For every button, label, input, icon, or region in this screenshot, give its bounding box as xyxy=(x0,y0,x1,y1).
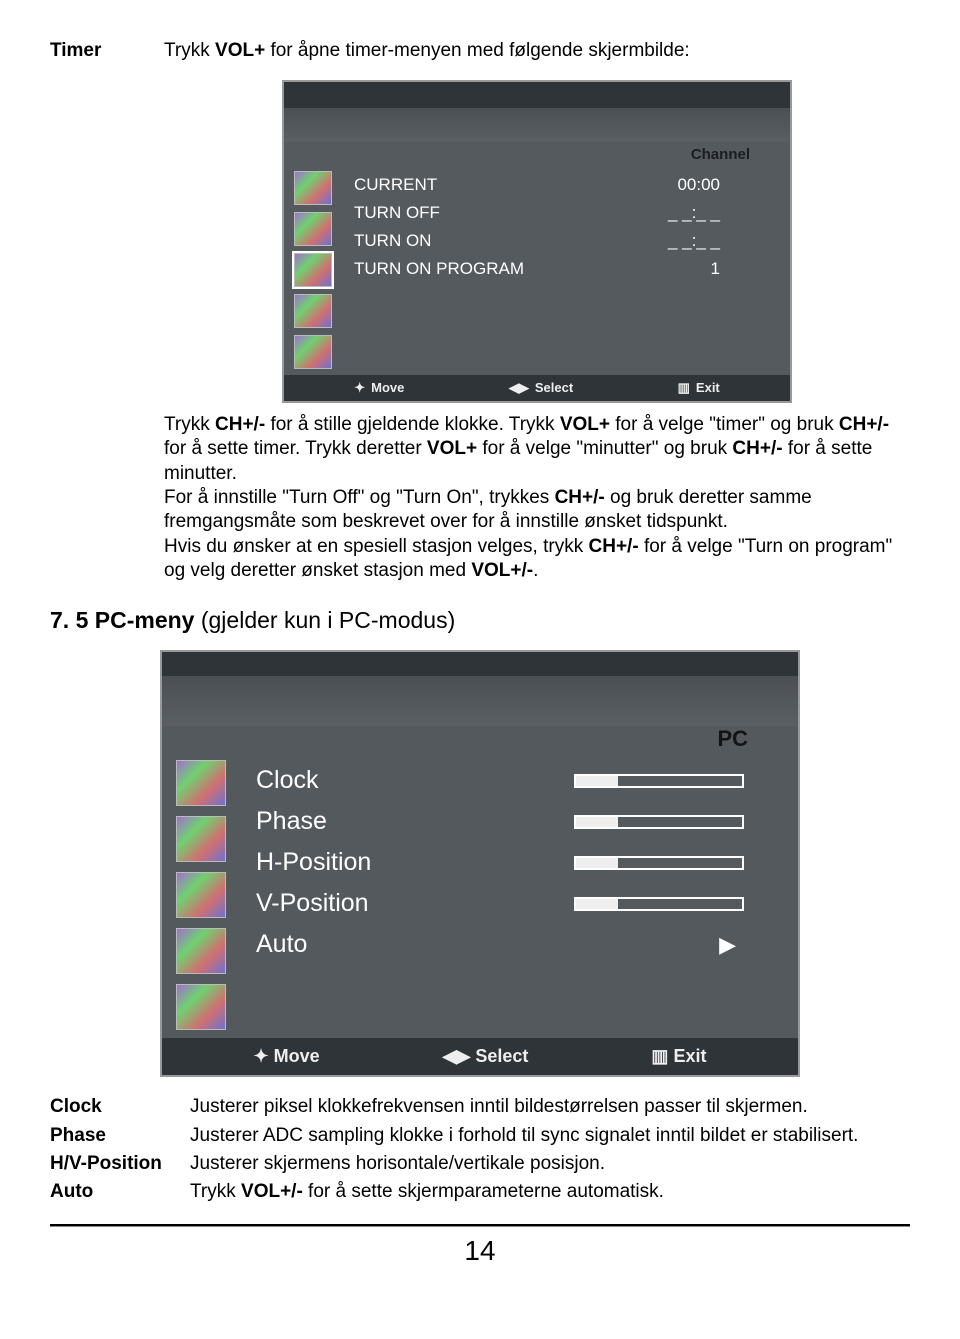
osd-timer-panel: Channel CURRENT 00:00 xyxy=(282,80,792,403)
slider-fill xyxy=(576,899,618,909)
text: Trykk xyxy=(190,1181,241,1202)
osd-row[interactable]: Clock xyxy=(250,760,784,801)
text: Move xyxy=(371,380,404,395)
text: Trykk xyxy=(164,40,215,61)
updown-icon: ✦ xyxy=(354,380,365,395)
text: for å sette skjermparameterne automatisk… xyxy=(303,1181,664,1202)
osd-row-label: TURN OFF xyxy=(354,203,440,223)
osd-icon-column xyxy=(176,760,234,1030)
definitions-list: Clock Justerer piksel klokkefrekvensen i… xyxy=(50,1095,910,1204)
osd-footer: ✦ Move ◀▶ Select ▥ Exit xyxy=(284,375,790,401)
osd-row[interactable]: TURN ON _ _:_ _ xyxy=(350,227,780,255)
osd-topbar xyxy=(284,82,790,108)
slider-bar[interactable] xyxy=(574,815,744,829)
osd-row[interactable]: Auto ▶ xyxy=(250,924,784,965)
def-term: Auto xyxy=(50,1180,180,1204)
osd-menu-icon[interactable] xyxy=(176,760,226,806)
text-bold: VOL+ xyxy=(215,40,265,61)
osd-header: Channel xyxy=(284,142,790,171)
osd-row[interactable]: H-Position xyxy=(250,842,784,883)
osd-row-label: H-Position xyxy=(256,848,574,877)
osd-menu-icon[interactable] xyxy=(294,335,332,369)
slider-fill xyxy=(576,817,618,827)
heading-title: PC-meny xyxy=(95,607,201,633)
def-text: Justerer piksel klokkefrekvensen inntil … xyxy=(190,1095,910,1119)
menu-icon: ▥ xyxy=(651,1046,668,1066)
updown-icon: ✦ xyxy=(254,1046,269,1066)
def-text: Trykk VOL+/- for å sette skjermparameter… xyxy=(190,1180,910,1204)
section-heading-7-5: 7. 5 PC-meny (gjelder kun i PC-modus) xyxy=(50,607,910,634)
osd-row-label: V-Position xyxy=(256,889,574,918)
osd-row-label: TURN ON xyxy=(354,231,431,251)
osd-row-value: _ _:_ _ xyxy=(668,231,720,251)
osd-footer-select: ◀▶ Select xyxy=(509,380,573,396)
osd-menu-icon[interactable] xyxy=(176,984,226,1030)
osd-row-value: _ _:_ _ xyxy=(668,203,720,223)
def-text: Justerer skjermens horisontale/vertikale… xyxy=(190,1152,910,1176)
osd-row-label: TURN ON PROGRAM xyxy=(354,259,524,279)
section-label-timer: Timer xyxy=(50,40,130,589)
text: Select xyxy=(535,380,573,395)
slider-bar[interactable] xyxy=(574,856,744,870)
def-term: H/V-Position xyxy=(50,1152,180,1176)
divider xyxy=(50,1224,910,1227)
menu-icon: ▥ xyxy=(678,380,690,395)
osd-row-label: CURRENT xyxy=(354,175,437,195)
text: Select xyxy=(475,1046,528,1066)
def-term: Phase xyxy=(50,1124,180,1148)
osd-menu-icon[interactable] xyxy=(176,928,226,974)
osd-icon-column xyxy=(294,171,340,369)
osd-row-value: 1 xyxy=(711,259,720,279)
osd-gradient xyxy=(162,676,798,726)
text: Move xyxy=(274,1046,320,1066)
osd-footer-move: ✦ Move xyxy=(254,1046,320,1067)
osd-header: PC xyxy=(162,726,798,760)
slider-bar[interactable] xyxy=(574,897,744,911)
osd-topbar xyxy=(162,652,798,676)
text: Exit xyxy=(696,380,720,395)
osd-gradient xyxy=(284,108,790,142)
osd-row-value: 00:00 xyxy=(677,175,720,195)
osd-menu-icon[interactable] xyxy=(294,212,332,246)
text: Exit xyxy=(673,1046,706,1066)
osd-row[interactable]: TURN ON PROGRAM 1 xyxy=(350,255,780,283)
osd-footer-move: ✦ Move xyxy=(354,380,404,396)
text-bold: VOL+/- xyxy=(241,1181,303,1202)
osd-row-label: Phase xyxy=(256,807,574,836)
osd-row[interactable]: Phase xyxy=(250,801,784,842)
def-term: Clock xyxy=(50,1095,180,1119)
heading-subtitle: (gjelder kun i PC-modus) xyxy=(201,607,455,633)
leftright-icon: ◀▶ xyxy=(443,1046,471,1066)
slider-fill xyxy=(576,776,618,786)
osd-menu-icon[interactable] xyxy=(176,816,226,862)
text: for åpne timer-menyen med følgende skjer… xyxy=(265,40,690,61)
osd-footer: ✦ Move ◀▶ Select ▥ Exit xyxy=(162,1038,798,1075)
leftright-icon: ◀▶ xyxy=(509,380,529,395)
timer-paragraph: Trykk CH+/- for å stille gjeldende klokk… xyxy=(164,413,910,583)
osd-footer-exit: ▥ Exit xyxy=(678,380,720,396)
osd-row[interactable]: V-Position xyxy=(250,883,784,924)
osd-row[interactable]: TURN OFF _ _:_ _ xyxy=(350,199,780,227)
timer-intro: Trykk VOL+ for åpne timer-menyen med føl… xyxy=(164,40,910,62)
osd-row[interactable]: CURRENT 00:00 xyxy=(350,171,780,199)
heading-number: 7. 5 xyxy=(50,607,95,633)
osd-menu-icon[interactable] xyxy=(294,294,332,328)
page-number: 14 xyxy=(50,1235,910,1267)
arrow-right-icon: ▶ xyxy=(719,932,744,958)
slider-bar[interactable] xyxy=(574,774,744,788)
def-text: Justerer ADC sampling klokke i forhold t… xyxy=(190,1124,910,1148)
osd-menu-icon[interactable] xyxy=(294,253,332,287)
osd-menu-icon[interactable] xyxy=(294,171,332,205)
osd-row-label: Clock xyxy=(256,766,574,795)
osd-pc-panel: PC Clock Phase H-Position xyxy=(160,650,800,1077)
osd-footer-exit: ▥ Exit xyxy=(651,1046,706,1067)
slider-fill xyxy=(576,858,618,868)
osd-menu-icon[interactable] xyxy=(176,872,226,918)
osd-row-label: Auto xyxy=(256,930,719,959)
osd-footer-select: ◀▶ Select xyxy=(443,1046,529,1067)
